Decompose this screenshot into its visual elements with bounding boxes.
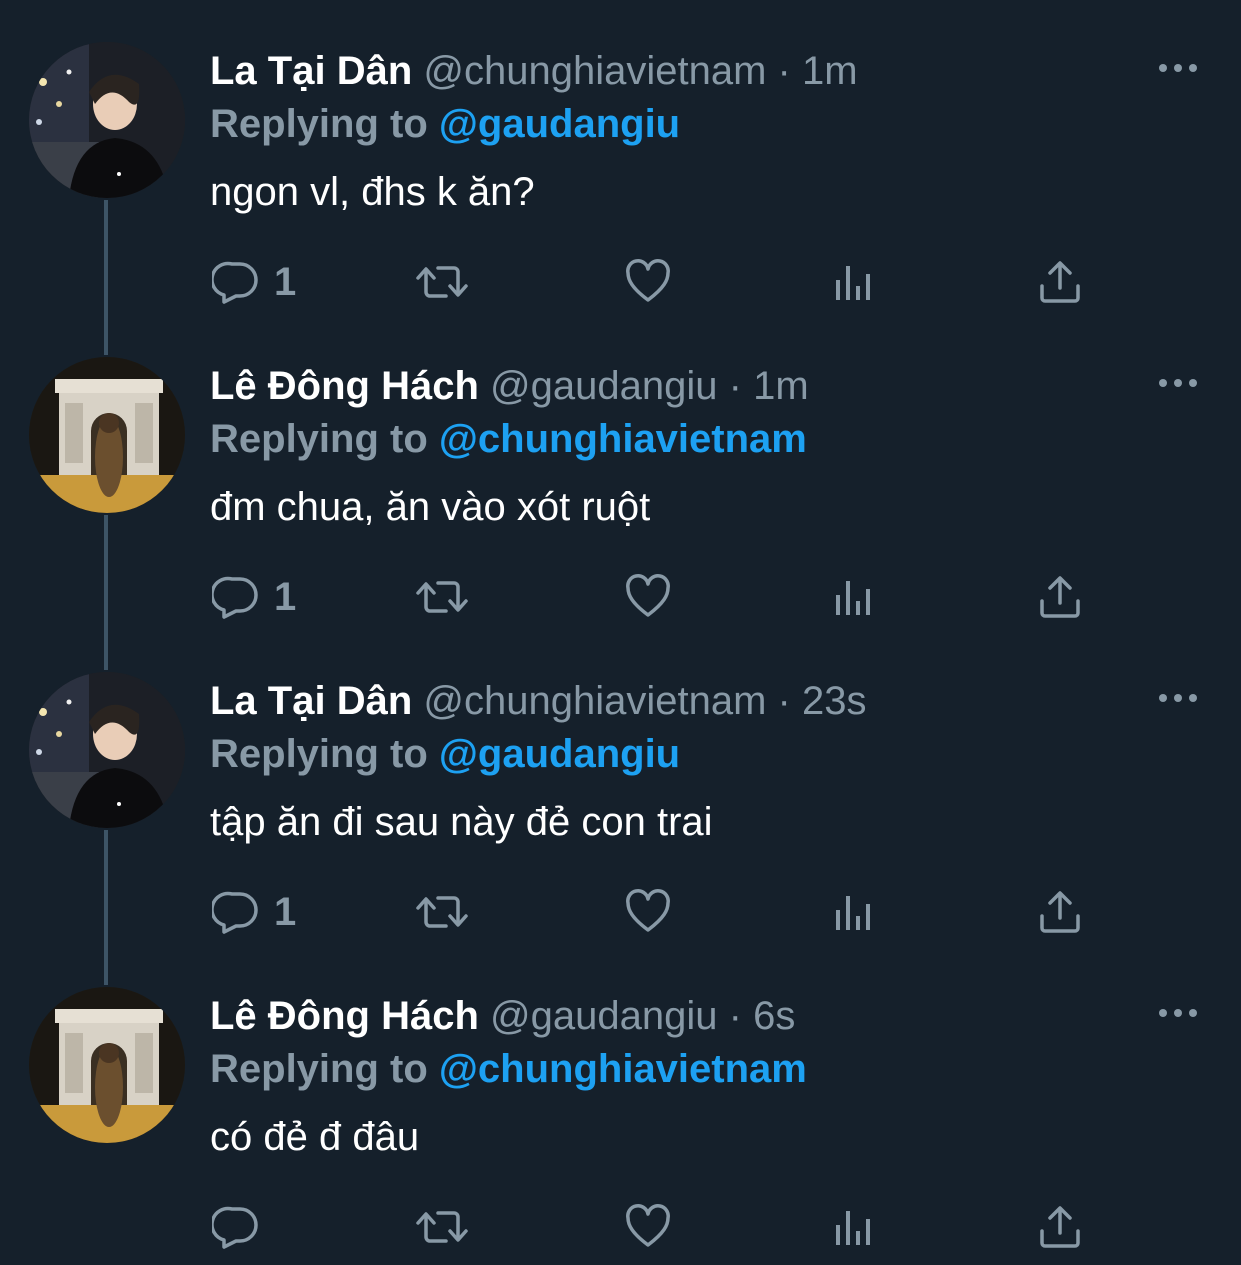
heart-icon — [624, 1203, 672, 1251]
like-button[interactable] — [624, 256, 672, 308]
reply-count: 1 — [274, 890, 297, 934]
tweet-header: La Tại Dân @chunghiavietnam · 1m — [210, 44, 858, 98]
user-handle[interactable]: @chunghiavietnam — [423, 49, 766, 93]
replying-label: Replying to — [210, 732, 428, 776]
retweet-button[interactable] — [414, 571, 470, 623]
retweet-button[interactable] — [414, 886, 470, 938]
analytics-button[interactable] — [832, 886, 876, 938]
share-button[interactable] — [1036, 571, 1084, 623]
timestamp[interactable]: 1m — [753, 364, 809, 408]
share-icon — [1036, 888, 1084, 936]
retweet-icon — [414, 258, 470, 306]
tweet-text: có đẻ đ đâu — [210, 1115, 420, 1159]
analytics-icon — [832, 888, 876, 936]
reply-button[interactable] — [212, 1201, 274, 1253]
like-button[interactable] — [624, 571, 672, 623]
avatar[interactable] — [29, 357, 185, 513]
separator-dot: · — [728, 994, 742, 1038]
retweet-icon — [414, 1203, 470, 1251]
mention-link[interactable]: @chunghiavietnam — [439, 1047, 807, 1091]
tweet[interactable]: La Tại Dân @chunghiavietnam · 1m Replyin… — [0, 0, 1241, 315]
avatar[interactable] — [29, 987, 185, 1143]
replying-label: Replying to — [210, 1047, 428, 1091]
replying-label: Replying to — [210, 417, 428, 461]
retweet-button[interactable] — [414, 1201, 470, 1253]
display-name[interactable]: Lê Đông Hách — [210, 994, 479, 1038]
retweet-icon — [414, 888, 470, 936]
like-button[interactable] — [624, 1201, 672, 1253]
separator-dot: · — [777, 679, 791, 723]
conversation-thread: La Tại Dân @chunghiavietnam · 1m Replyin… — [0, 0, 1241, 1265]
separator-dot: · — [728, 364, 742, 408]
mention-link[interactable]: @gaudangiu — [439, 732, 680, 776]
share-button[interactable] — [1036, 886, 1084, 938]
heart-icon — [624, 888, 672, 936]
reply-button[interactable]: 1 — [212, 571, 296, 623]
tweet[interactable]: La Tại Dân @chunghiavietnam · 23s Replyi… — [0, 630, 1241, 945]
tweet[interactable]: Lê Đông Hách @gaudangiu · 6s Replying to… — [0, 945, 1241, 1260]
more-icon[interactable] — [1155, 686, 1201, 710]
analytics-icon — [832, 1203, 876, 1251]
display-name[interactable]: La Tại Dân — [210, 49, 412, 93]
mention-link[interactable]: @gaudangiu — [439, 102, 680, 146]
replying-to: Replying to @gaudangiu — [210, 727, 680, 781]
heart-icon — [624, 573, 672, 621]
reply-icon — [212, 258, 260, 306]
reply-icon — [212, 573, 260, 621]
retweet-button[interactable] — [414, 256, 470, 308]
share-icon — [1036, 573, 1084, 621]
display-name[interactable]: Lê Đông Hách — [210, 364, 479, 408]
share-button[interactable] — [1036, 256, 1084, 308]
retweet-icon — [414, 573, 470, 621]
like-button[interactable] — [624, 886, 672, 938]
reply-count: 1 — [274, 575, 297, 619]
replying-to: Replying to @chunghiavietnam — [210, 412, 807, 466]
analytics-button[interactable] — [832, 256, 876, 308]
tweet-text: ngon vl, đhs k ăn? — [210, 170, 535, 214]
share-icon — [1036, 1203, 1084, 1251]
analytics-icon — [832, 258, 876, 306]
tweet-text: tập ăn đi sau này đẻ con trai — [210, 800, 713, 844]
heart-icon — [624, 258, 672, 306]
tweet-text: đm chua, ăn vào xót ruột — [210, 485, 651, 529]
user-handle[interactable]: @gaudangiu — [490, 364, 717, 408]
replying-label: Replying to — [210, 102, 428, 146]
user-handle[interactable]: @chunghiavietnam — [423, 679, 766, 723]
timestamp[interactable]: 1m — [802, 49, 858, 93]
user-handle[interactable]: @gaudangiu — [490, 994, 717, 1038]
reply-icon — [212, 888, 260, 936]
share-icon — [1036, 258, 1084, 306]
replying-to: Replying to @gaudangiu — [210, 97, 680, 151]
reply-icon — [212, 1203, 260, 1251]
separator-dot: · — [777, 49, 791, 93]
reply-button[interactable]: 1 — [212, 256, 296, 308]
timestamp[interactable]: 23s — [802, 679, 867, 723]
analytics-button[interactable] — [832, 1201, 876, 1253]
tweet-header: La Tại Dân @chunghiavietnam · 23s — [210, 674, 867, 728]
timestamp[interactable]: 6s — [753, 994, 795, 1038]
avatar[interactable] — [29, 672, 185, 828]
analytics-icon — [832, 573, 876, 621]
replying-to: Replying to @chunghiavietnam — [210, 1042, 807, 1096]
tweet-header: Lê Đông Hách @gaudangiu · 1m — [210, 359, 809, 413]
reply-count: 1 — [274, 260, 297, 304]
tweet-header: Lê Đông Hách @gaudangiu · 6s — [210, 989, 795, 1043]
analytics-button[interactable] — [832, 571, 876, 623]
reply-button[interactable]: 1 — [212, 886, 296, 938]
more-icon[interactable] — [1155, 56, 1201, 80]
more-icon[interactable] — [1155, 1001, 1201, 1025]
avatar[interactable] — [29, 42, 185, 198]
share-button[interactable] — [1036, 1201, 1084, 1253]
tweet[interactable]: Lê Đông Hách @gaudangiu · 1m Replying to… — [0, 315, 1241, 630]
display-name[interactable]: La Tại Dân — [210, 679, 412, 723]
mention-link[interactable]: @chunghiavietnam — [439, 417, 807, 461]
more-icon[interactable] — [1155, 371, 1201, 395]
